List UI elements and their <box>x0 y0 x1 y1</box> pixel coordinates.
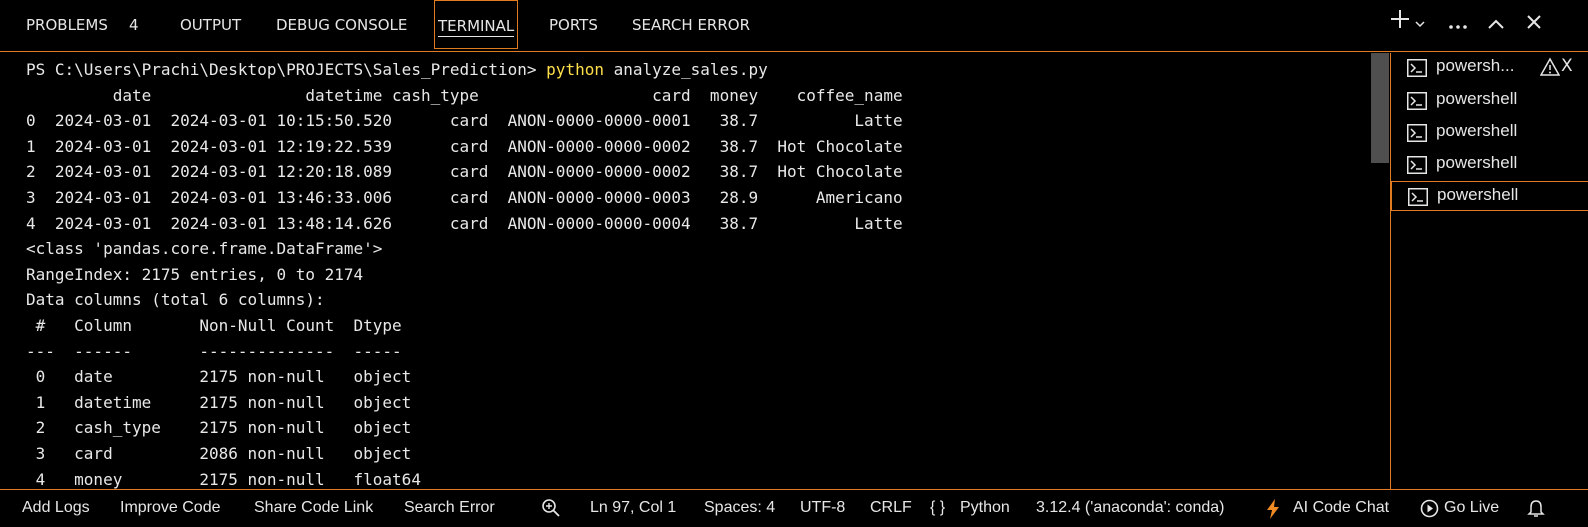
encoding-setting[interactable]: UTF-8 <box>800 499 845 517</box>
terminal-prompt-line: PS C:\Users\Prachi\Desktop\PROJECTS\Sale… <box>26 57 768 83</box>
tab-search-error-label: SEARCH ERROR <box>632 16 751 34</box>
terminal-list-label: powershell <box>1436 121 1518 140</box>
tab-terminal[interactable]: TERMINAL <box>434 0 519 49</box>
broadcast-icon <box>1420 499 1439 518</box>
terminal-output-line: Data columns (total 6 columns): <box>26 290 325 310</box>
indentation-setting[interactable]: Spaces: 4 <box>704 499 775 517</box>
share-code-link-button[interactable]: Share Code Link <box>254 499 373 517</box>
terminal-list-item-selected[interactable]: powershell <box>1391 181 1588 211</box>
terminal-list-item[interactable]: powershell <box>1391 86 1588 116</box>
terminal-output-line: --- ------ -------------- ----- <box>26 341 402 361</box>
bell-icon[interactable] <box>1527 499 1545 519</box>
close-icon[interactable] <box>1519 8 1549 40</box>
terminal-output-line: 4 2024-03-01 2024-03-01 13:48:14.626 car… <box>26 213 903 233</box>
terminal-list-label: powershell <box>1436 89 1518 108</box>
terminal-list-label: powershell <box>1436 153 1518 172</box>
tab-problems[interactable]: PROBLEMS <box>26 0 108 48</box>
terminal-output-line: 2 cash_type 2175 non-null object <box>26 418 412 438</box>
tab-output[interactable]: OUTPUT <box>180 0 241 48</box>
terminal-output-line: 3 2024-03-01 2024-03-01 13:46:33.006 car… <box>26 188 903 207</box>
line-ending-setting[interactable]: CRLF <box>870 499 912 517</box>
terminal-output-line: date datetime cash_type card money coffe… <box>26 85 903 105</box>
terminal-output-line: 0 2024-03-01 2024-03-01 10:15:50.520 car… <box>26 111 903 131</box>
terminal-list-label: powersh... <box>1436 56 1515 75</box>
terminal-output-line: RangeIndex: 2175 entries, 0 to 2174 <box>26 264 364 284</box>
search-error-button[interactable]: Search Error <box>404 499 495 517</box>
terminal-icon <box>1407 59 1427 77</box>
lightning-icon <box>1267 499 1279 519</box>
terminal-output-line: 0 date 2175 non-null object <box>26 367 412 387</box>
terminal-command-args: analyze_sales.py <box>603 60 768 79</box>
problems-count-badge: 4 <box>129 16 139 34</box>
terminal-output[interactable]: PS C:\Users\Prachi\Desktop\PROJECTS\Sale… <box>0 53 1372 489</box>
language-icon: { } <box>930 499 946 516</box>
terminal-list-item[interactable]: powershell <box>1391 150 1588 180</box>
panel-tab-bar: PROBLEMS 4 OUTPUT DEBUG CONSOLE TERMINAL… <box>0 0 1588 52</box>
terminal-list: powersh... X powershell powershell power… <box>1391 53 1588 489</box>
chevron-up-icon[interactable] <box>1481 8 1511 40</box>
terminal-output-line: 1 2024-03-01 2024-03-01 12:19:22.539 car… <box>26 136 903 156</box>
warning-icon <box>1540 57 1560 76</box>
terminal-scroll-thumb[interactable] <box>1371 53 1389 163</box>
terminal-icon <box>1407 92 1427 110</box>
chevron-down-icon[interactable] <box>1410 8 1430 40</box>
language-mode[interactable]: Python <box>960 499 1010 517</box>
terminal-output-line: 2 2024-03-01 2024-03-01 12:20:18.089 car… <box>26 162 903 182</box>
improve-code-button[interactable]: Improve Code <box>120 499 221 517</box>
terminal-icon <box>1407 156 1427 174</box>
ellipsis-icon[interactable] <box>1443 8 1473 40</box>
tab-terminal-label: TERMINAL <box>438 17 515 37</box>
tab-search-error[interactable]: SEARCH ERROR <box>632 0 750 48</box>
tab-debug-console-label: DEBUG CONSOLE <box>276 16 408 34</box>
zoom-icon[interactable] <box>541 498 561 518</box>
status-bar: Add Logs Improve Code Share Code Link Se… <box>0 489 1588 527</box>
terminal-icon <box>1407 124 1427 142</box>
terminal-command: python <box>546 60 604 79</box>
terminal-output-line: # Column Non-Null Count Dtype <box>26 316 402 335</box>
tab-debug-console[interactable]: DEBUG CONSOLE <box>276 0 407 48</box>
terminal-output-line: <class 'pandas.core.frame.DataFrame'> <box>26 239 383 259</box>
ai-code-chat-button[interactable]: AI Code Chat <box>1293 499 1389 517</box>
add-logs-button[interactable]: Add Logs <box>22 499 90 517</box>
terminal-output-line: 1 datetime 2175 non-null object <box>26 392 412 412</box>
terminal-list-label: powershell <box>1437 185 1519 204</box>
cursor-position[interactable]: Ln 97, Col 1 <box>590 499 676 517</box>
go-live-button[interactable]: Go Live <box>1444 499 1499 517</box>
terminal-list-item[interactable]: powersh... X <box>1391 53 1588 83</box>
terminal-output-line: 3 card 2086 non-null object <box>26 444 412 463</box>
tab-ports-label: PORTS <box>549 16 598 34</box>
terminal-icon <box>1408 188 1428 206</box>
tab-problems-label: PROBLEMS <box>26 16 108 34</box>
terminal-list-item[interactable]: powershell <box>1391 118 1588 148</box>
tab-ports[interactable]: PORTS <box>549 0 598 48</box>
terminal-kill-button[interactable]: X <box>1561 56 1573 76</box>
tab-output-label: OUTPUT <box>180 16 242 34</box>
terminal-prompt: PS C:\Users\Prachi\Desktop\PROJECTS\Sale… <box>26 60 547 79</box>
python-interpreter[interactable]: 3.12.4 ('anaconda': conda) <box>1036 499 1224 517</box>
terminal-output-line: 4 money 2175 non-null float64 <box>26 469 421 489</box>
